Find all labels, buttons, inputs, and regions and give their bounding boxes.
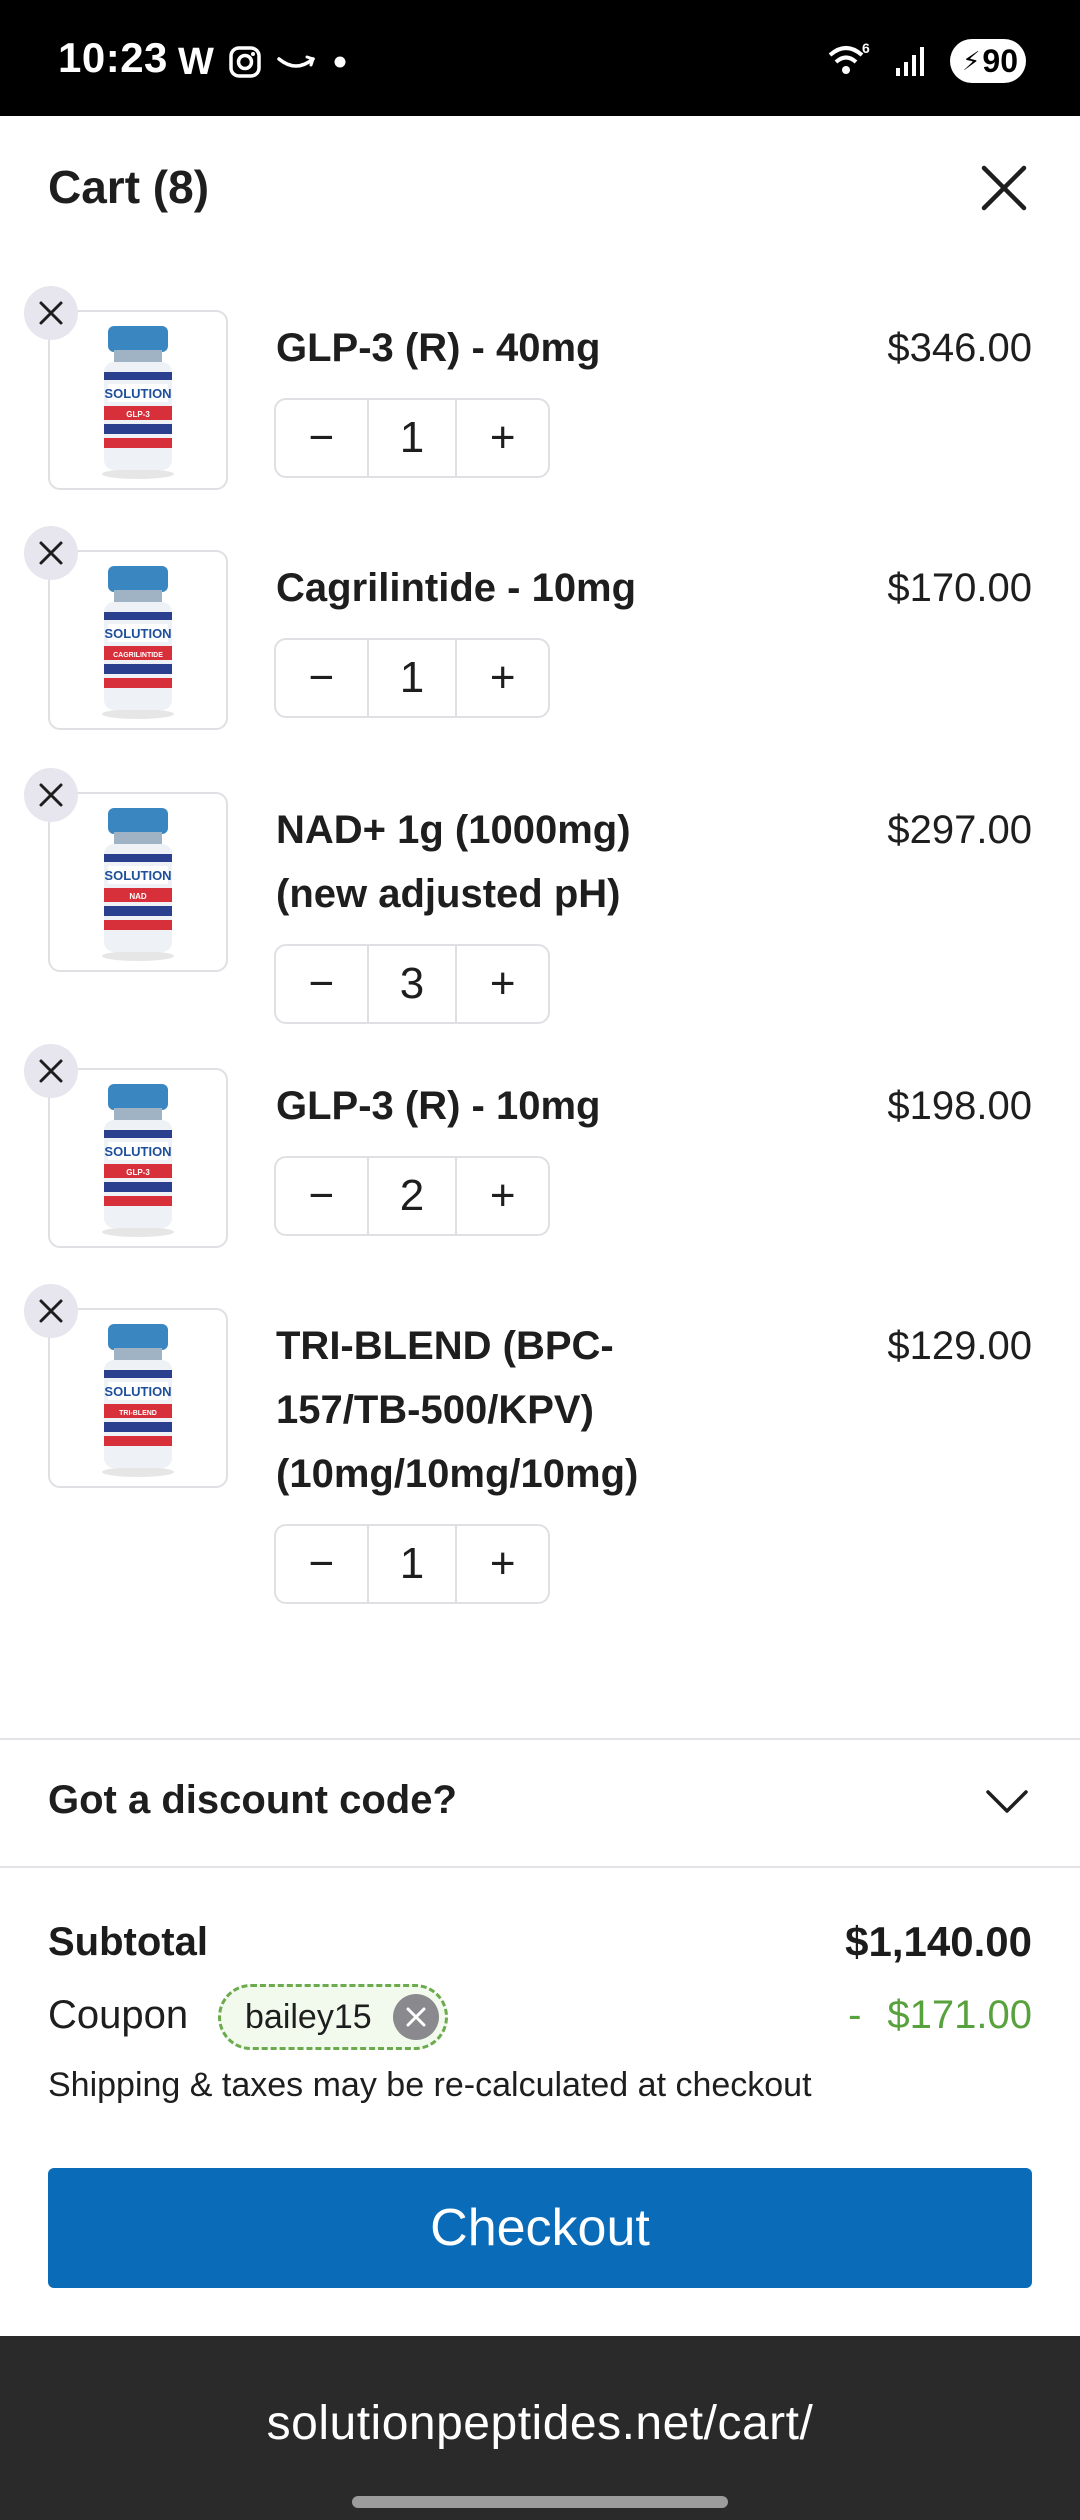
- decrease-quantity-button[interactable]: −: [276, 1526, 367, 1602]
- coupon-discount-sign: -: [848, 1993, 862, 2037]
- quantity-input[interactable]: 3: [366, 946, 458, 1022]
- svg-text:SOLUTION: SOLUTION: [104, 1144, 171, 1159]
- wifi-icon: 6: [828, 41, 870, 74]
- divider: [0, 1738, 1080, 1740]
- svg-text:NAD: NAD: [129, 892, 147, 901]
- remove-item-button[interactable]: [24, 768, 78, 822]
- vial-image: SOLUTION CAGRILINTIDE: [102, 566, 174, 719]
- svg-text:GLP-3: GLP-3: [126, 410, 150, 419]
- coupon-discount-value: $171.00: [887, 1993, 1032, 2037]
- svg-text:GLP-3: GLP-3: [126, 1168, 150, 1177]
- svg-text:SOLUTION: SOLUTION: [104, 386, 171, 401]
- vial-image: SOLUTION GLP-3: [102, 1084, 174, 1237]
- svg-text:TRI-BLEND: TRI-BLEND: [119, 1410, 157, 1417]
- quantity-input[interactable]: 1: [366, 1526, 458, 1602]
- shipping-note: Shipping & taxes may be re-calculated at…: [48, 2066, 812, 2104]
- quantity-stepper: − 1 +: [274, 398, 550, 478]
- signal-icon: [896, 47, 924, 76]
- item-price: $297.00: [887, 808, 1032, 852]
- decrease-quantity-button[interactable]: −: [276, 1158, 367, 1234]
- remove-item-button[interactable]: [24, 1044, 78, 1098]
- svg-text:6: 6: [862, 41, 870, 56]
- coupon-code: bailey15: [245, 1997, 372, 2036]
- vial-image: SOLUTION GLP-3: [102, 326, 174, 479]
- item-name[interactable]: GLP-3 (R) - 10mg: [276, 1074, 696, 1138]
- checkout-button[interactable]: Checkout: [48, 2168, 1032, 2288]
- charging-icon: ⚡: [962, 45, 981, 76]
- dot-icon: [334, 56, 346, 68]
- close-icon: [39, 1059, 63, 1083]
- coupon-label: Coupon: [48, 1993, 189, 2037]
- remove-item-button[interactable]: [24, 286, 78, 340]
- product-image[interactable]: SOLUTION CAGRILINTIDE: [48, 550, 228, 730]
- decrease-quantity-button[interactable]: −: [276, 640, 367, 716]
- cart-title: Cart (8): [48, 161, 210, 213]
- subtotal-value: $1,140.00: [845, 1918, 1032, 1965]
- remove-item-button[interactable]: [24, 526, 78, 580]
- increase-quantity-button[interactable]: +: [457, 946, 548, 1022]
- status-notification-icons: W: [178, 40, 350, 84]
- url-text[interactable]: solutionpeptides.net/cart/: [0, 2396, 1080, 2451]
- close-icon: [39, 541, 63, 565]
- discount-code-toggle[interactable]: Got a discount code?: [48, 1778, 457, 1823]
- item-price: $170.00: [887, 566, 1032, 610]
- quantity-input[interactable]: 1: [366, 640, 458, 716]
- subtotal-label: Subtotal: [48, 1920, 208, 1964]
- decrease-quantity-button[interactable]: −: [276, 946, 367, 1022]
- close-icon: [39, 301, 63, 325]
- remove-coupon-button[interactable]: [393, 1994, 439, 2040]
- item-price: $346.00: [887, 326, 1032, 370]
- remove-item-button[interactable]: [24, 1284, 78, 1338]
- svg-text:CAGRILINTIDE: CAGRILINTIDE: [113, 652, 163, 659]
- svg-text:SOLUTION: SOLUTION: [104, 1384, 171, 1399]
- increase-quantity-button[interactable]: +: [457, 400, 548, 476]
- item-name[interactable]: GLP-3 (R) - 40mg: [276, 316, 696, 380]
- item-price: $198.00: [887, 1084, 1032, 1128]
- quantity-stepper: − 3 +: [274, 944, 550, 1024]
- item-name[interactable]: TRI-BLEND (BPC-157/TB-500/KPV) (10mg/10m…: [276, 1314, 696, 1506]
- item-price: $129.00: [887, 1324, 1032, 1368]
- status-time: 10:23: [58, 34, 168, 81]
- quantity-stepper: − 2 +: [274, 1156, 550, 1236]
- status-bar: 10:23 W 6 ⚡ 90: [0, 0, 1080, 116]
- increase-quantity-button[interactable]: +: [457, 640, 548, 716]
- decrease-quantity-button[interactable]: −: [276, 400, 367, 476]
- vial-image: SOLUTION NAD: [102, 808, 174, 961]
- home-indicator[interactable]: [352, 2496, 728, 2508]
- amazon-smile-icon: [277, 55, 315, 68]
- close-icon: [406, 2007, 426, 2027]
- increase-quantity-button[interactable]: +: [457, 1526, 548, 1602]
- product-image[interactable]: SOLUTION NAD: [48, 792, 228, 972]
- instagram-icon: [229, 46, 261, 78]
- battery-level: 90: [982, 42, 1018, 79]
- quantity-stepper: − 1 +: [274, 1524, 550, 1604]
- close-icon: [39, 783, 63, 807]
- battery-indicator: ⚡ 90: [950, 39, 1026, 83]
- status-system-icons: 6 ⚡ 90: [826, 36, 1026, 86]
- product-image[interactable]: SOLUTION GLP-3: [48, 1068, 228, 1248]
- vial-image: SOLUTION TRI-BLEND: [102, 1324, 174, 1477]
- increase-quantity-button[interactable]: +: [457, 1158, 548, 1234]
- product-image[interactable]: SOLUTION GLP-3: [48, 310, 228, 490]
- quantity-input[interactable]: 2: [366, 1158, 458, 1234]
- close-cart-button[interactable]: [976, 160, 1032, 216]
- item-name[interactable]: Cagrilintide - 10mg: [276, 556, 696, 620]
- item-name[interactable]: NAD+ 1g (1000mg) (new adjusted pH): [276, 798, 696, 926]
- chevron-down-icon[interactable]: [982, 1776, 1032, 1826]
- quantity-input[interactable]: 1: [366, 400, 458, 476]
- close-icon: [39, 1299, 63, 1323]
- w-app-icon: W: [178, 40, 214, 83]
- product-image[interactable]: SOLUTION TRI-BLEND: [48, 1308, 228, 1488]
- divider: [0, 1866, 1080, 1868]
- coupon-chip: bailey15: [218, 1984, 448, 2050]
- coupon-discount: - $171.00: [848, 1993, 1032, 2038]
- svg-text:SOLUTION: SOLUTION: [104, 626, 171, 641]
- quantity-stepper: − 1 +: [274, 638, 550, 718]
- browser-url-bar[interactable]: solutionpeptides.net/cart/: [0, 2336, 1080, 2520]
- svg-text:SOLUTION: SOLUTION: [104, 868, 171, 883]
